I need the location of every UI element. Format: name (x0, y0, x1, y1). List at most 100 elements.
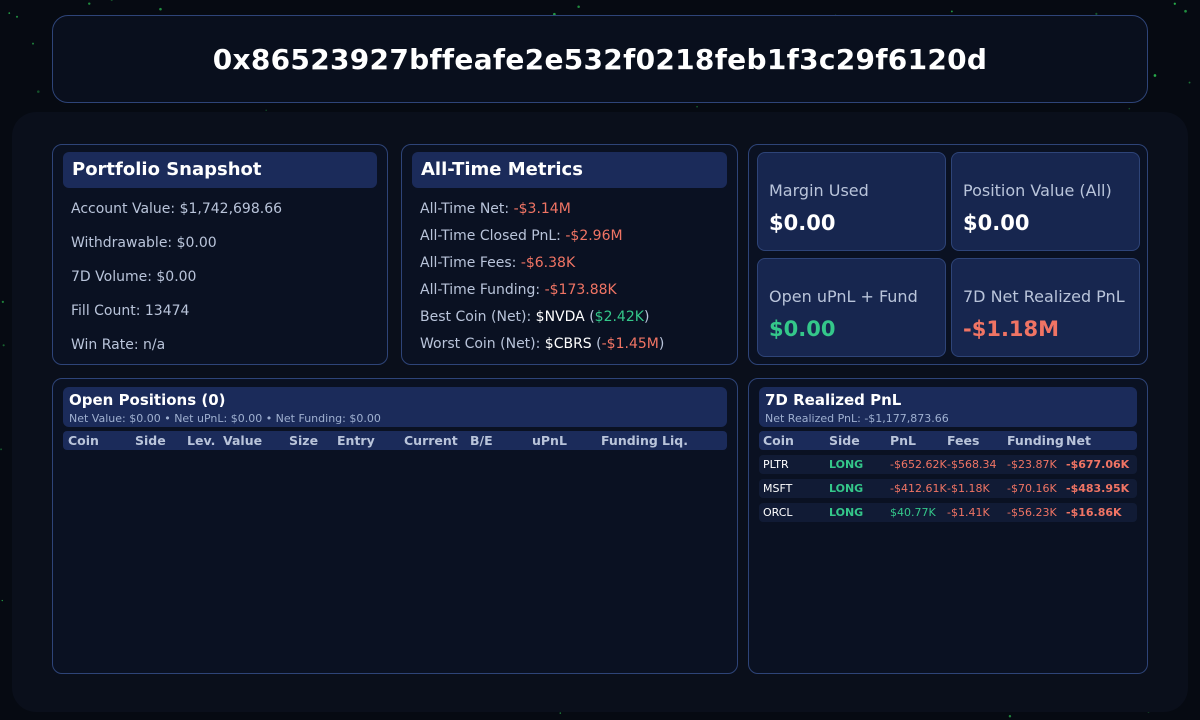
column-header-coin[interactable]: Coin (763, 433, 794, 448)
star-dot (1153, 74, 1157, 77)
open-positions-panel: Open Positions (0) Net Value: $0.00 • Ne… (52, 378, 738, 674)
cell-funding: -$70.16K (1007, 482, 1057, 495)
open-positions-table-header: Coin Side Lev. Value Size Entry Current … (63, 431, 727, 450)
column-header-funding[interactable]: Funding (601, 433, 658, 448)
star-dot (110, 0, 113, 2)
column-header-funding[interactable]: Funding (1007, 433, 1064, 448)
table-row[interactable]: PLTR LONG -$652.62K -$568.34 -$23.87K -$… (759, 455, 1137, 474)
account-value: Account Value: $1,742,698.66 (71, 201, 283, 217)
fill-count: Fill Count: 13474 (71, 303, 190, 319)
win-rate: Win Rate: n/a (71, 337, 166, 353)
cell-pnl: $40.77K (890, 506, 936, 519)
panel-title: Portfolio Snapshot (63, 152, 377, 188)
star-dot (1008, 715, 1012, 718)
column-header-value[interactable]: Value (223, 433, 262, 448)
open-positions-header: Open Positions (0) Net Value: $0.00 • Ne… (63, 387, 727, 427)
table-row[interactable]: MSFT LONG -$412.61K -$1.18K -$70.16K -$4… (759, 479, 1137, 498)
column-header-entry[interactable]: Entry (337, 433, 375, 448)
column-header-side[interactable]: Side (135, 433, 166, 448)
star-dot (88, 2, 91, 5)
margin-used-card: Margin Used $0.00 (757, 152, 946, 251)
all-time-net: All-Time Net: -$3.14M (420, 201, 571, 217)
card-value: $0.00 (769, 317, 836, 341)
card-value: $0.00 (963, 211, 1030, 235)
card-label: 7D Net Realized PnL (963, 287, 1125, 306)
realized-pnl-summary: Net Realized PnL: -$1,177,873.66 (765, 412, 949, 425)
cell-coin: MSFT (763, 482, 793, 495)
cell-net: -$16.86K (1066, 506, 1122, 519)
star-dot (577, 5, 580, 8)
column-header-pnl[interactable]: PnL (890, 433, 916, 448)
card-value: -$1.18M (963, 317, 1060, 341)
table-row[interactable]: ORCL LONG $40.77K -$1.41K -$56.23K -$16.… (759, 503, 1137, 522)
star-dot (1188, 81, 1191, 84)
cell-side: LONG (829, 506, 864, 519)
open-positions-title: Open Positions (0) (69, 391, 226, 409)
cell-fees: -$1.18K (947, 482, 990, 495)
column-header-size[interactable]: Size (289, 433, 318, 448)
cell-pnl: -$412.61K (890, 482, 947, 495)
wallet-address[interactable]: 0x86523927bffeafe2e532f0218feb1f3c29f612… (213, 43, 988, 76)
star-dot (0, 448, 3, 451)
worst-coin: Worst Coin (Net): $CBRS (-$1.45M) (420, 336, 665, 352)
column-header-upnl[interactable]: uPnL (532, 433, 567, 448)
cell-funding: -$56.23K (1007, 506, 1057, 519)
card-label: Open uPnL + Fund (769, 287, 918, 306)
column-header-breakeven[interactable]: B/E (470, 433, 493, 448)
seven-day-volume: 7D Volume: $0.00 (71, 269, 197, 285)
star-dot (15, 15, 19, 18)
cell-fees: -$568.34 (947, 458, 997, 471)
star-dot (1, 300, 4, 303)
cell-net: -$483.95K (1066, 482, 1130, 495)
column-header-side[interactable]: Side (829, 433, 860, 448)
star-dot (950, 10, 953, 13)
star-dot (1184, 9, 1187, 13)
realized-pnl-table-header: Coin Side PnL Fees Funding Net (759, 431, 1137, 450)
cell-funding: -$23.87K (1007, 458, 1057, 471)
card-label: Margin Used (769, 181, 869, 200)
panel-title: All-Time Metrics (412, 152, 727, 188)
net-realized-pnl-card: 7D Net Realized PnL -$1.18M (951, 258, 1140, 357)
star-dot (8, 12, 11, 14)
card-value: $0.00 (769, 211, 836, 235)
all-time-fees: All-Time Fees: -$6.38K (420, 255, 576, 271)
star-dot (1128, 107, 1131, 110)
portfolio-snapshot-panel: Portfolio Snapshot Account Value: $1,742… (52, 144, 388, 365)
column-header-current[interactable]: Current (404, 433, 458, 448)
star-dot (37, 90, 40, 93)
star-dot (265, 109, 267, 111)
position-value-card: Position Value (All) $0.00 (951, 152, 1140, 251)
star-dot (2, 344, 5, 347)
stats-panel: Margin Used $0.00 Position Value (All) $… (748, 144, 1148, 365)
realized-pnl-panel: 7D Realized PnL Net Realized PnL: -$1,17… (748, 378, 1148, 674)
column-header-coin[interactable]: Coin (68, 433, 99, 448)
realized-pnl-title: 7D Realized PnL (765, 391, 902, 409)
cell-net: -$677.06K (1066, 458, 1130, 471)
column-header-leverage[interactable]: Lev. (187, 433, 215, 448)
realized-pnl-header: 7D Realized PnL Net Realized PnL: -$1,17… (759, 387, 1137, 427)
wallet-address-header: 0x86523927bffeafe2e532f0218feb1f3c29f612… (52, 15, 1148, 103)
cell-side: LONG (829, 482, 864, 495)
all-time-closed-pnl: All-Time Closed PnL: -$2.96M (420, 228, 623, 244)
cell-coin: ORCL (763, 506, 793, 519)
column-header-net[interactable]: Net (1066, 433, 1091, 448)
column-header-liquidation[interactable]: Liq. (662, 433, 688, 448)
withdrawable: Withdrawable: $0.00 (71, 235, 217, 251)
star-dot (32, 42, 34, 45)
cell-pnl: -$652.62K (890, 458, 947, 471)
all-time-metrics-panel: All-Time Metrics All-Time Net: -$3.14M A… (401, 144, 738, 365)
card-label: Position Value (All) (963, 181, 1112, 200)
open-upnl-card: Open uPnL + Fund $0.00 (757, 258, 946, 357)
best-coin: Best Coin (Net): $NVDA ($2.42K) (420, 309, 650, 325)
all-time-funding: All-Time Funding: -$173.88K (420, 282, 617, 298)
cell-fees: -$1.41K (947, 506, 990, 519)
star-dot (1173, 2, 1176, 5)
column-header-fees[interactable]: Fees (947, 433, 979, 448)
open-positions-summary: Net Value: $0.00 • Net uPnL: $0.00 • Net… (69, 412, 381, 425)
star-dot (159, 7, 162, 11)
star-dot (1, 599, 4, 602)
star-dot (559, 712, 562, 714)
cell-side: LONG (829, 458, 864, 471)
star-dot (696, 105, 698, 108)
cell-coin: PLTR (763, 458, 789, 471)
